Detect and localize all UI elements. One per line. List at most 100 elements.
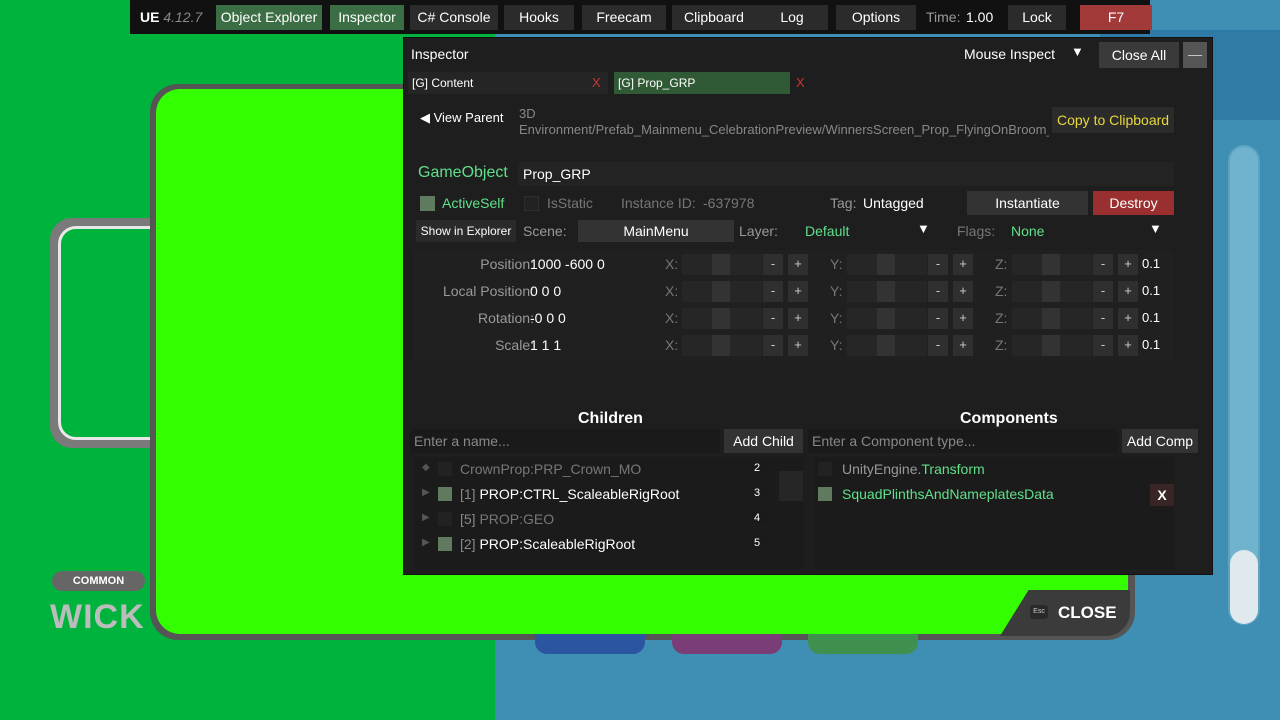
component-name[interactable]: SquadPlinthsAndNameplatesData [842,486,1054,502]
copy-to-clipboard-button[interactable]: Copy to Clipboard [1052,107,1175,133]
active-self-checkbox[interactable] [420,196,435,211]
axis-y-label: Y: [830,256,843,272]
tab-csharp-console[interactable]: C# Console [410,5,498,30]
list-item[interactable]: ▶ [2] PROP:ScaleableRigRoot 5 [416,534,786,556]
dropdown-arrow-icon[interactable]: ▼ [1071,44,1084,59]
close-tab-icon[interactable]: X [592,72,601,94]
inspector-tab-content[interactable]: [G] Content [408,72,608,94]
component-name[interactable]: UnityEngine.Transform [842,461,985,477]
z-slider[interactable] [1012,254,1092,275]
show-in-explorer-button[interactable]: Show in Explorer [416,220,516,242]
child-name[interactable]: [1] PROP:CTRL_ScaleableRigRoot [460,486,679,502]
close-all-button[interactable]: Close All [1099,42,1179,68]
list-item[interactable]: ▶ [5] PROP:GEO 4 [416,509,786,531]
step-size-input[interactable]: 0.1 [1142,283,1160,298]
x-decrement-button[interactable]: - [763,308,783,329]
y-slider[interactable] [847,335,927,356]
y-increment-button[interactable]: + [953,254,973,275]
x-decrement-button[interactable]: - [763,281,783,302]
add-component-button[interactable]: Add Comp [1122,429,1198,453]
minimize-button[interactable]: — [1183,42,1207,68]
z-increment-button[interactable]: + [1118,281,1138,302]
y-increment-button[interactable]: + [953,281,973,302]
transform-value-input[interactable]: 0 0 0 [530,283,561,299]
instantiate-button[interactable]: Instantiate [967,191,1088,215]
chevron-down-icon[interactable]: ▼ [917,221,930,236]
chevron-down-icon[interactable]: ▼ [1149,221,1162,236]
tab-hooks[interactable]: Hooks [504,5,574,30]
y-decrement-button[interactable]: - [928,335,948,356]
flags-dropdown[interactable]: None [1011,223,1044,239]
child-name[interactable]: [5] PROP:GEO [460,511,554,527]
y-slider[interactable] [847,281,927,302]
toggle-hotkey-button[interactable]: F7 [1080,5,1152,30]
tab-log[interactable]: Log [756,5,828,30]
x-increment-button[interactable]: + [788,335,808,356]
list-item[interactable]: UnityEngine.Transform [814,459,1184,481]
x-slider[interactable] [682,335,762,356]
tab-freecam[interactable]: Freecam [582,5,666,30]
mouse-inspect-dropdown[interactable]: Mouse Inspect [964,46,1055,62]
step-size-input[interactable]: 0.1 [1142,310,1160,325]
close-tab-icon[interactable]: X [796,72,805,94]
x-slider[interactable] [682,308,762,329]
step-size-input[interactable]: 0.1 [1142,337,1160,352]
x-decrement-button[interactable]: - [763,335,783,356]
lock-button[interactable]: Lock [1008,5,1066,30]
y-increment-button[interactable]: + [953,335,973,356]
step-size-input[interactable]: 0.1 [1142,256,1160,271]
gameobject-name-field[interactable]: Prop_GRP [518,162,1174,186]
layer-dropdown[interactable]: Default [805,223,849,239]
view-parent-button[interactable]: ◀ View Parent [420,110,503,126]
y-decrement-button[interactable]: - [928,254,948,275]
tab-options[interactable]: Options [836,5,916,30]
z-increment-button[interactable]: + [1118,335,1138,356]
transform-value-input[interactable]: -0 0 0 [530,310,566,326]
z-decrement-button[interactable]: - [1093,308,1113,329]
y-slider[interactable] [847,254,927,275]
destroy-button[interactable]: Destroy [1093,191,1174,215]
tab-clipboard[interactable]: Clipboard [672,5,756,30]
transform-value-input[interactable]: 1 1 1 [530,337,561,353]
z-slider[interactable] [1012,281,1092,302]
instance-id-value[interactable]: -637978 [703,195,754,211]
scene-close-label[interactable]: CLOSE [1058,603,1117,623]
inspector-title[interactable]: Inspector [411,46,469,62]
child-name-input[interactable]: Enter a name... [410,429,720,453]
tag-field[interactable]: Untagged [863,195,924,211]
child-name[interactable]: [2] PROP:ScaleableRigRoot [460,536,635,552]
z-increment-button[interactable]: + [1118,308,1138,329]
list-item[interactable]: ◆ CrownProp:PRP_Crown_MO 2 [416,459,786,481]
transform-value-input[interactable]: 1000 -600 0 [530,256,605,272]
x-slider[interactable] [682,254,762,275]
x-decrement-button[interactable]: - [763,254,783,275]
z-slider[interactable] [1012,335,1092,356]
z-decrement-button[interactable]: - [1093,254,1113,275]
child-name[interactable]: CrownProp:PRP_Crown_MO [460,461,641,477]
add-child-button[interactable]: Add Child [724,429,803,453]
tab-inspector[interactable]: Inspector [330,5,404,30]
tab-object-explorer[interactable]: Object Explorer [216,5,322,30]
y-increment-button[interactable]: + [953,308,973,329]
list-item[interactable]: ▶ [1] PROP:CTRL_ScaleableRigRoot 3 [416,484,786,506]
y-slider[interactable] [847,308,927,329]
is-static-checkbox[interactable] [524,196,539,211]
x-increment-button[interactable]: + [788,281,808,302]
y-decrement-button[interactable]: - [928,281,948,302]
x-increment-button[interactable]: + [788,308,808,329]
list-item[interactable]: SquadPlinthsAndNameplatesData [814,484,1184,506]
component-type-input[interactable]: Enter a Component type... [808,429,1118,453]
z-decrement-button[interactable]: - [1093,281,1113,302]
z-increment-button[interactable]: + [1118,254,1138,275]
transform-row-scale: Scale: 1 1 1 X: - + Y: - + Z: - + 0.1 [414,333,1174,358]
scene-button[interactable]: MainMenu [578,220,734,242]
children-scrollbar[interactable] [779,471,803,501]
time-scale-input[interactable]: 1.00 [966,5,993,30]
x-increment-button[interactable]: + [788,254,808,275]
z-decrement-button[interactable]: - [1093,335,1113,356]
remove-component-button[interactable]: X [1150,484,1174,506]
inspector-tab-prop-grp[interactable]: [G] Prop_GRP [614,72,790,94]
x-slider[interactable] [682,281,762,302]
y-decrement-button[interactable]: - [928,308,948,329]
z-slider[interactable] [1012,308,1092,329]
